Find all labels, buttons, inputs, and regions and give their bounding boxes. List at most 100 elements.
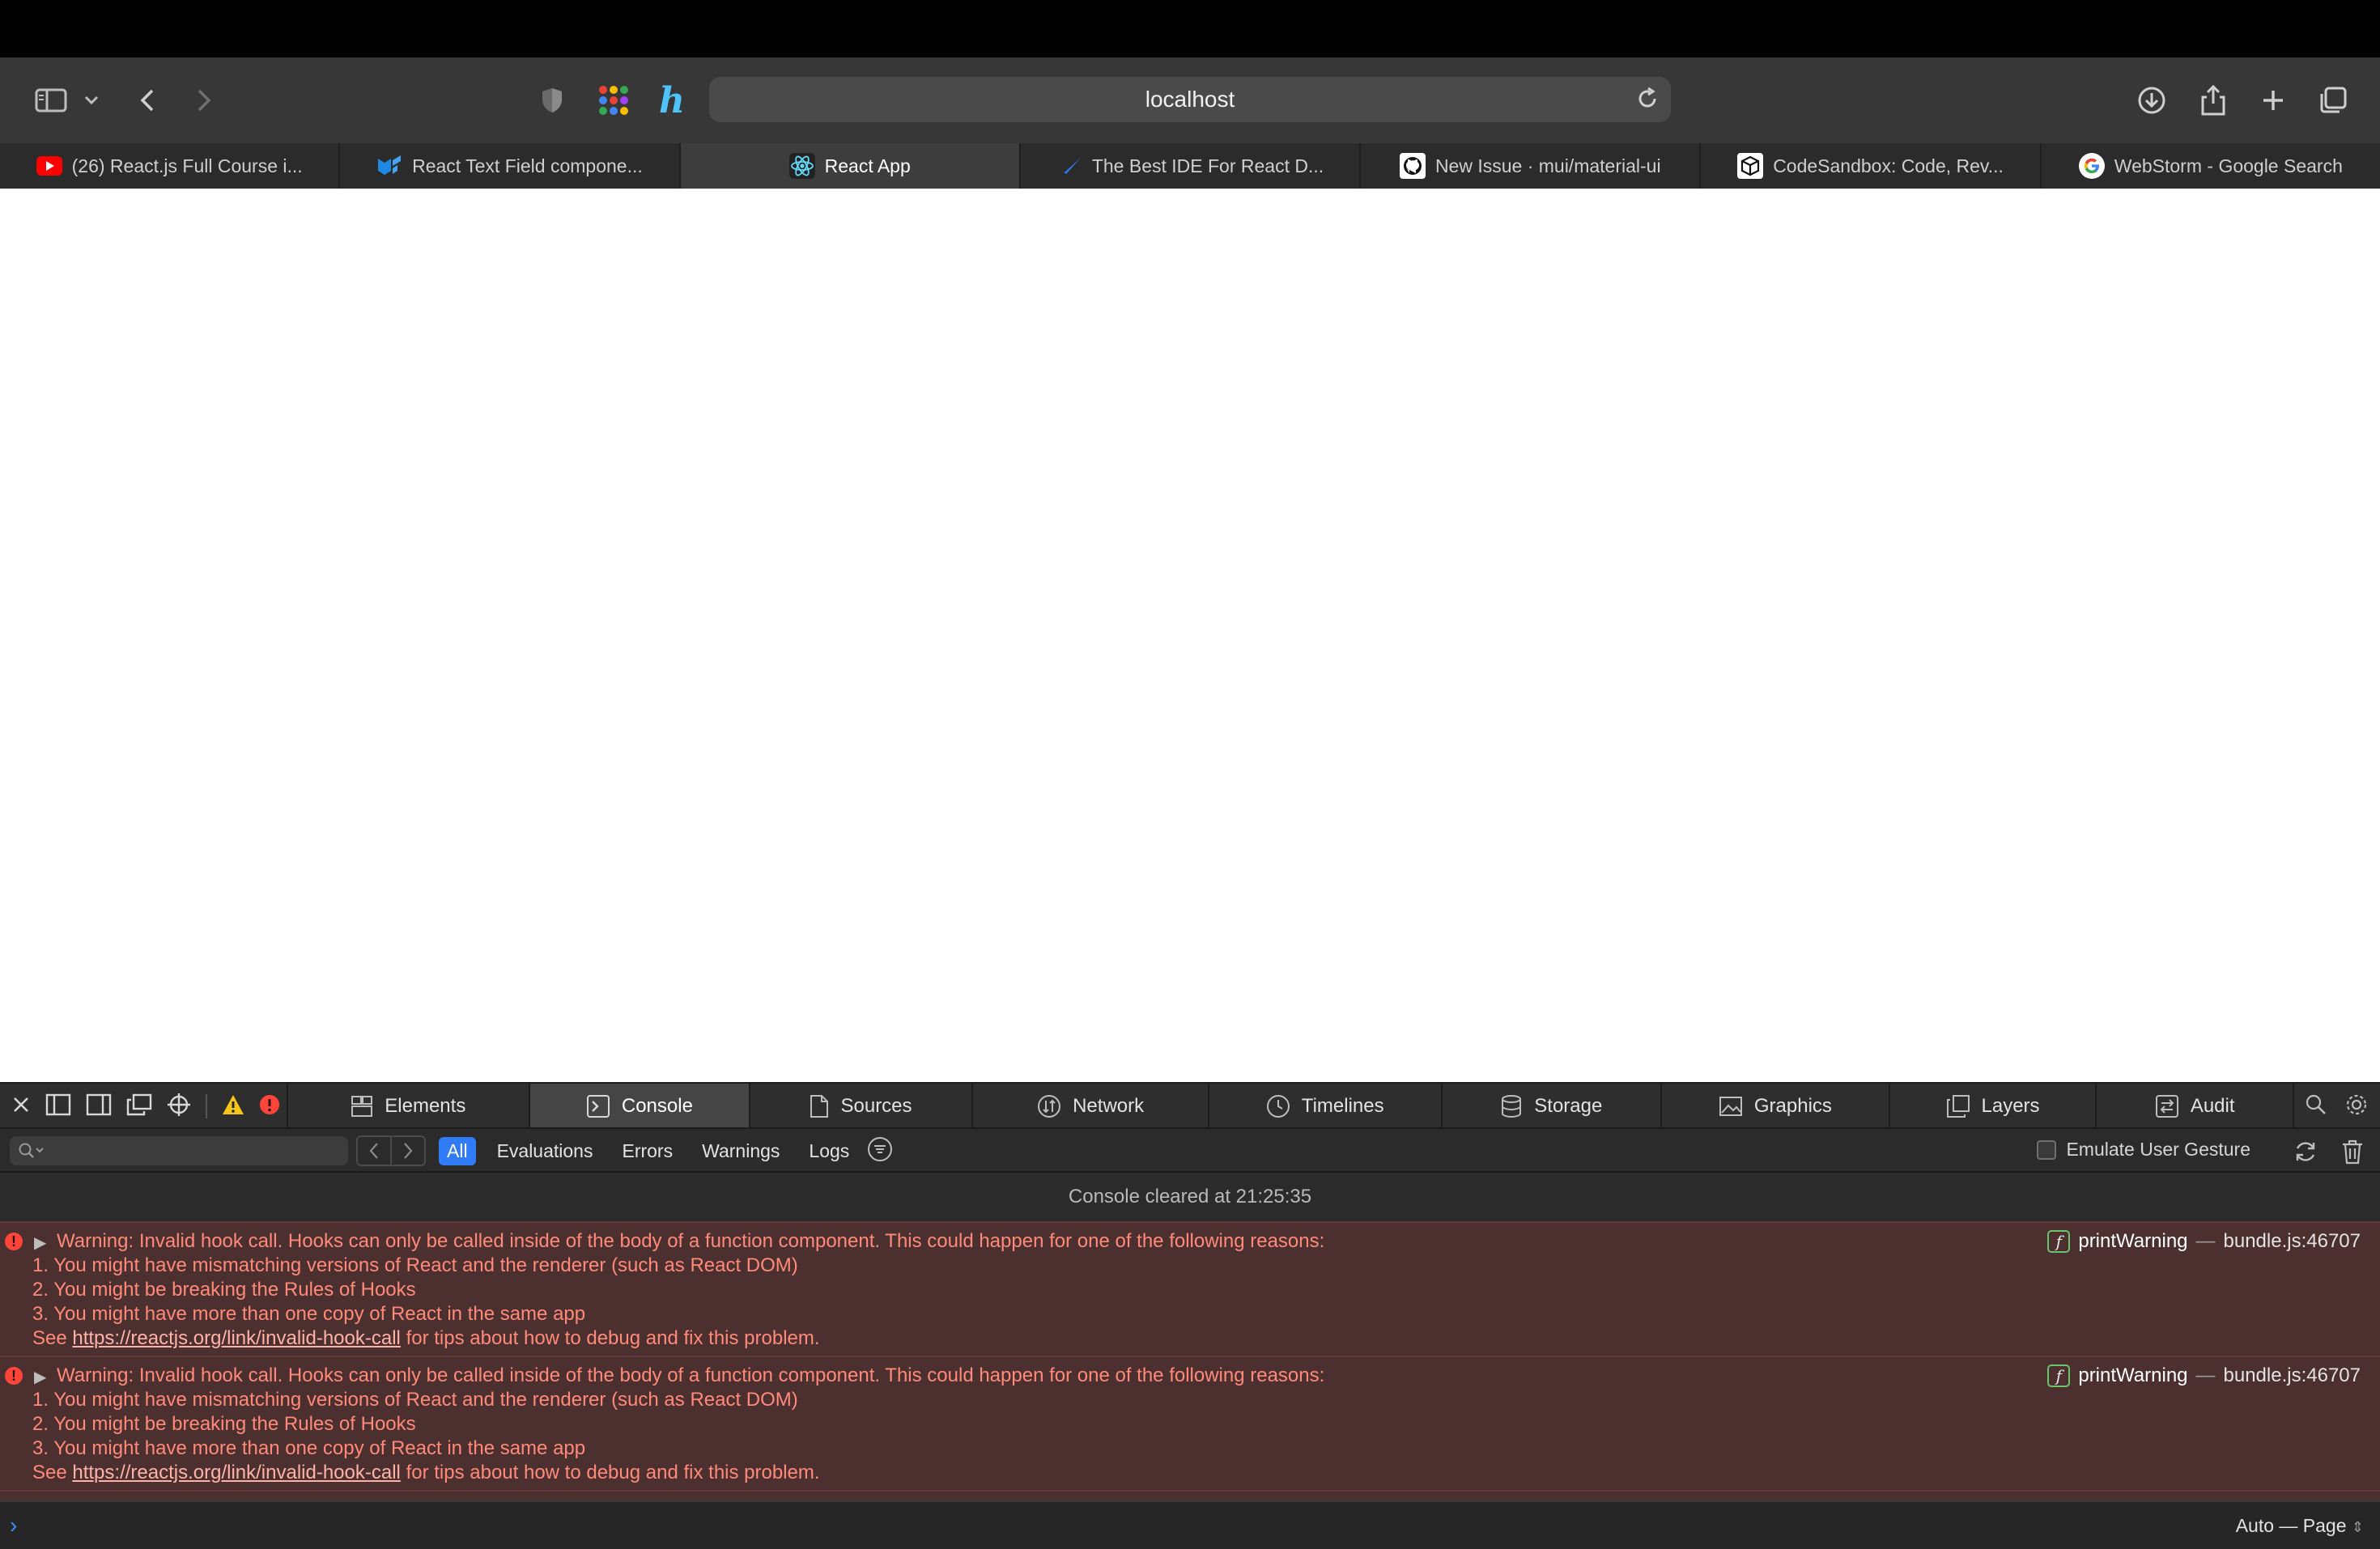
tab-label: WebStorm - Google Search	[2114, 155, 2343, 176]
devtools-tab-network[interactable]: Network	[973, 1084, 1209, 1129]
message-line: See https://reactjs.org/link/invalid-hoo…	[0, 1461, 2380, 1485]
prompt-chevron-icon: ›	[10, 1513, 18, 1538]
github-icon	[1399, 153, 1426, 179]
browser-toolbar: h localhost	[0, 57, 2380, 143]
devtools-controls	[0, 1084, 288, 1129]
tab-github-issue[interactable]: New Issue · mui/material-ui	[1361, 143, 1702, 189]
filter-errors[interactable]: Errors	[614, 1137, 681, 1165]
new-tab-icon[interactable]	[2255, 72, 2291, 129]
database-icon	[1502, 1095, 1522, 1118]
devtools-tab-storage[interactable]: Storage	[1443, 1084, 1663, 1129]
message-source[interactable]: f printWarning — bundle.js:46707	[2047, 1364, 2361, 1388]
tab-label: (26) React.js Full Course i...	[71, 155, 303, 176]
back-icon[interactable]	[133, 72, 162, 129]
console-filter-input[interactable]	[10, 1136, 348, 1165]
apps-grid-icon[interactable]	[596, 72, 631, 129]
message-line: 1. You might have mismatching versions o…	[32, 1254, 798, 1276]
devtools-tab-elements[interactable]: Elements	[288, 1084, 531, 1129]
context-label: Auto — Page	[2235, 1514, 2347, 1536]
message-line: 1. You might have mismatching versions o…	[32, 1389, 798, 1411]
tab-label: React App	[824, 155, 911, 176]
tab-label: CodeSandbox: Code, Rev...	[1773, 155, 2004, 176]
console-error-message-partial[interactable]	[0, 1490, 2380, 1500]
function-icon: f	[2047, 1364, 2071, 1387]
tab-label: Audit	[2190, 1095, 2235, 1117]
message-source[interactable]: f printWarning — bundle.js:46707	[2047, 1229, 2361, 1254]
warning-icon[interactable]	[222, 1094, 244, 1119]
tab-youtube[interactable]: (26) React.js Full Course i...	[0, 143, 341, 189]
tab-react-app[interactable]: React App	[680, 143, 1021, 189]
close-icon[interactable]	[11, 1095, 31, 1118]
function-name: printWarning	[2078, 1230, 2188, 1252]
filter-evaluations[interactable]: Evaluations	[489, 1137, 601, 1165]
tab-google-search[interactable]: WebStorm - Google Search	[2042, 143, 2380, 189]
disclosure-triangle-icon[interactable]: ▶	[34, 1231, 46, 1255]
tab-best-ide[interactable]: The Best IDE For React D...	[1021, 143, 1362, 189]
next-icon[interactable]	[390, 1137, 424, 1165]
error-icon[interactable]	[259, 1094, 280, 1119]
refresh-icon[interactable]	[2293, 1139, 2318, 1169]
message-line: 2. You might be breaking the Rules of Ho…	[32, 1279, 416, 1301]
trash-icon[interactable]	[2341, 1139, 2364, 1169]
devtools-tab-audit[interactable]: Audit	[2097, 1084, 2294, 1129]
emulate-user-gesture[interactable]: Emulate User Gesture	[2037, 1139, 2250, 1161]
crosshair-icon[interactable]	[167, 1093, 191, 1121]
devtools-tab-graphics[interactable]: Graphics	[1662, 1084, 1890, 1129]
console-error-message[interactable]: ! ▶ Warning: Invalid hook call. Hooks ca…	[0, 1356, 2380, 1490]
tab-overview-icon[interactable]	[2315, 72, 2351, 129]
dock-left-icon[interactable]	[45, 1093, 71, 1120]
page-content	[0, 189, 2380, 1082]
tab-label: New Issue · mui/material-ui	[1434, 155, 1661, 176]
chevron-down-icon[interactable]	[81, 72, 102, 129]
console-error-message[interactable]: ! ▶ Warning: Invalid hook call. Hooks ca…	[0, 1221, 2380, 1356]
forward-icon[interactable]	[189, 72, 219, 129]
tail-text: for tips about how to debug and fix this…	[406, 1462, 820, 1483]
sidebar-toggle-icon[interactable]	[31, 72, 71, 129]
devtools-tab-sources[interactable]: Sources	[750, 1084, 974, 1129]
tab-label: Timelines	[1301, 1095, 1384, 1117]
message-line: 3. You might have more than one copy of …	[32, 1437, 586, 1459]
filter-warnings[interactable]: Warnings	[694, 1137, 788, 1165]
invalid-hook-call-link[interactable]: https://reactjs.org/link/invalid-hook-ca…	[72, 1462, 401, 1483]
tail-text: for tips about how to debug and fix this…	[406, 1327, 820, 1349]
tab-label: Graphics	[1753, 1095, 1832, 1117]
honey-extension-icon[interactable]: h	[654, 72, 690, 129]
gear-icon[interactable]	[2344, 1093, 2369, 1121]
document-icon	[810, 1095, 829, 1118]
undock-icon[interactable]	[126, 1093, 152, 1120]
source-location[interactable]: bundle.js:46707	[2224, 1364, 2361, 1388]
emulate-checkbox[interactable]	[2037, 1139, 2057, 1160]
devtools-right-controls	[2294, 1084, 2380, 1129]
dock-right-icon[interactable]	[86, 1093, 112, 1120]
download-icon[interactable]	[2134, 72, 2170, 129]
devtools-tab-bar: Elements Console Sources Network Timelin…	[0, 1082, 2380, 1129]
source-location[interactable]: bundle.js:46707	[2224, 1229, 2361, 1254]
invalid-hook-call-link[interactable]: https://reactjs.org/link/invalid-hook-ca…	[72, 1327, 401, 1349]
tab-codesandbox[interactable]: CodeSandbox: Code, Rev...	[1701, 143, 2042, 189]
separator: —	[2195, 1230, 2216, 1252]
image-icon	[1719, 1097, 1742, 1116]
search-icon[interactable]	[2306, 1094, 2327, 1119]
react-icon	[788, 153, 815, 179]
tab-mui-text-field[interactable]: React Text Field compone...	[340, 143, 681, 189]
disclosure-triangle-icon[interactable]: ▶	[34, 1365, 46, 1390]
see-text: See	[32, 1327, 67, 1349]
address-bar[interactable]: localhost	[709, 77, 1671, 122]
message-line: 2. You might be breaking the Rules of Ho…	[32, 1413, 416, 1435]
console-icon	[586, 1095, 610, 1118]
filter-options-icon[interactable]	[867, 1136, 893, 1166]
console-prompt[interactable]: › Auto — Page ⇕	[0, 1500, 2380, 1549]
shield-icon[interactable]	[538, 72, 567, 129]
tab-label: Elements	[385, 1095, 466, 1117]
function-icon: f	[2047, 1230, 2071, 1253]
share-icon[interactable]	[2195, 72, 2231, 129]
previous-icon[interactable]	[358, 1137, 390, 1165]
devtools-tab-console[interactable]: Console	[530, 1084, 750, 1129]
console-filter-bar: All Evaluations Errors Warnings Logs Emu…	[0, 1127, 2380, 1173]
reload-icon[interactable]	[1635, 87, 1660, 115]
devtools-tab-layers[interactable]: Layers	[1890, 1084, 2097, 1129]
filter-logs[interactable]: Logs	[801, 1137, 857, 1165]
filter-all[interactable]: All	[439, 1136, 476, 1165]
devtools-tab-timelines[interactable]: Timelines	[1209, 1084, 1443, 1129]
execution-context-selector[interactable]: Auto — Page ⇕	[2236, 1515, 2364, 1537]
